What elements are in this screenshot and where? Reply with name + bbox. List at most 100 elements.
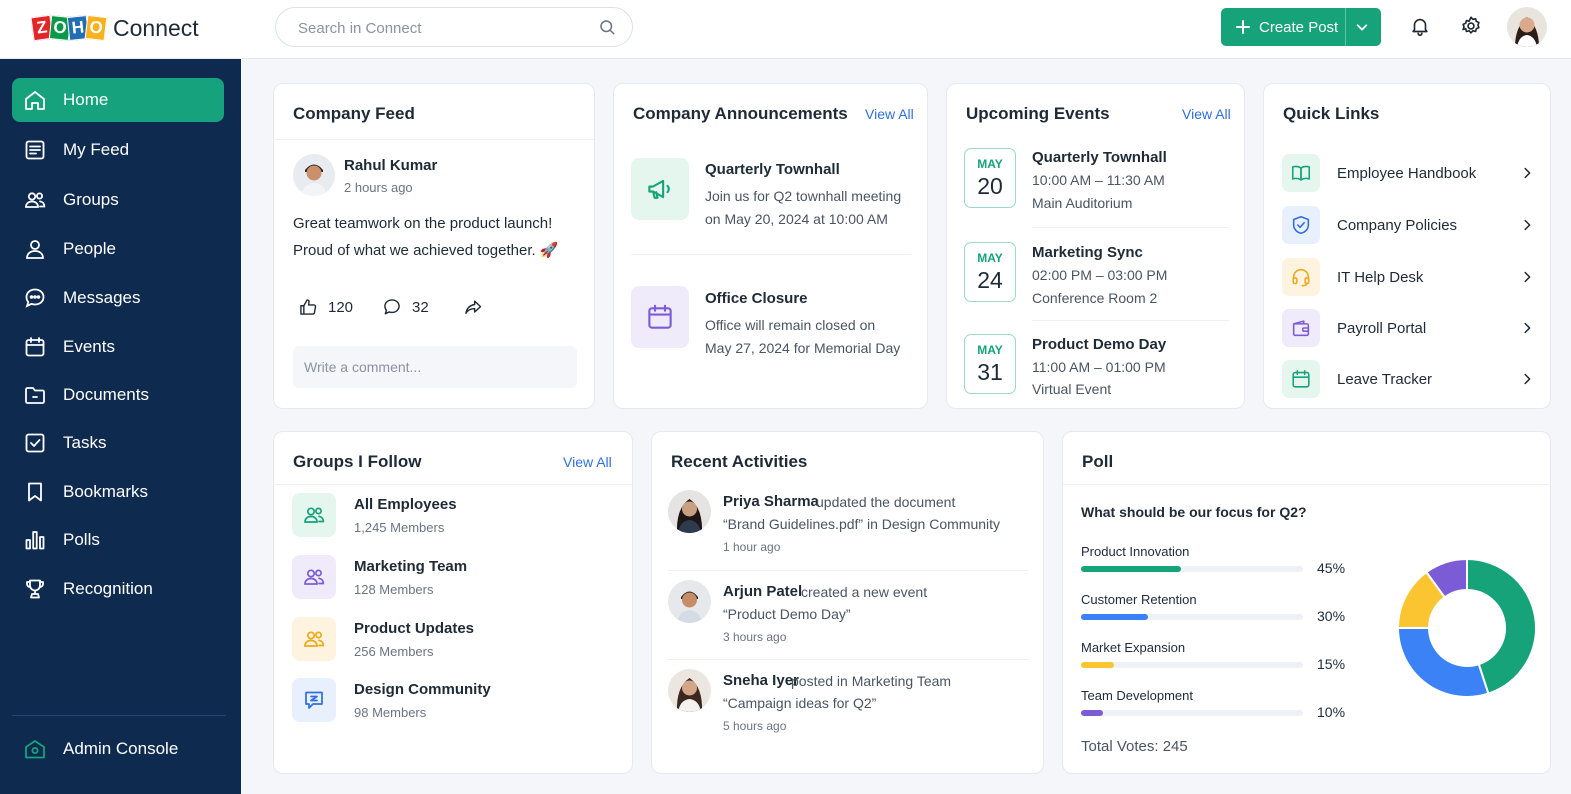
group-icon-box bbox=[292, 493, 336, 537]
chevron-right-icon bbox=[1524, 219, 1531, 231]
event-month: MAY bbox=[977, 157, 1003, 171]
quick-link-payroll-portal[interactable]: Payroll Portal bbox=[1282, 308, 1534, 348]
event-day: 20 bbox=[977, 173, 1003, 199]
event-month: MAY bbox=[977, 343, 1003, 357]
quick-link-icon-box bbox=[1282, 360, 1320, 398]
sidebar-item-label: Polls bbox=[63, 530, 100, 549]
sidebar-item-documents[interactable]: Documents bbox=[12, 373, 224, 417]
event-place: Main Auditorium bbox=[1032, 195, 1133, 211]
card-divider bbox=[274, 484, 632, 485]
chevron-right-icon bbox=[1524, 322, 1531, 334]
sidebar-item-bookmarks[interactable]: Bookmarks bbox=[12, 470, 224, 514]
sidebar-item-messages[interactable]: Messages bbox=[12, 276, 224, 320]
announcement-text: May 27, 2024 for Memorial Day bbox=[705, 340, 901, 356]
group-item-product-updates[interactable]: Product Updates 256 Members bbox=[292, 617, 612, 663]
feed-icon bbox=[25, 140, 45, 160]
comment-count: 32 bbox=[412, 298, 429, 316]
poll-track bbox=[1081, 566, 1303, 572]
event-place: Conference Room 2 bbox=[1032, 290, 1158, 306]
poll-bar-fill bbox=[1081, 662, 1115, 668]
poll-percent: 10% bbox=[1317, 704, 1346, 720]
bar-chart-icon bbox=[25, 531, 45, 550]
search-input[interactable] bbox=[298, 17, 588, 39]
group-name: Design Community bbox=[354, 681, 491, 698]
group-item-design-community[interactable]: Design Community 98 Members bbox=[292, 678, 612, 724]
poll-card: Poll What should be our focus for Q2? Pr… bbox=[1062, 431, 1551, 774]
avatar[interactable] bbox=[293, 154, 335, 196]
activity-time: 1 hour ago bbox=[723, 540, 781, 554]
like-button[interactable]: 120 bbox=[298, 297, 353, 317]
announcement-title[interactable]: Quarterly Townhall bbox=[705, 161, 840, 178]
view-all-link[interactable]: View All bbox=[865, 106, 914, 122]
group-item-all-employees[interactable]: All Employees 1,245 Members bbox=[292, 493, 612, 539]
comment-input[interactable] bbox=[293, 346, 577, 388]
sidebar-item-events[interactable]: Events bbox=[12, 325, 224, 369]
card-title: Recent Activities bbox=[671, 452, 808, 471]
activity-time: 3 hours ago bbox=[723, 630, 787, 644]
sidebar-item-polls[interactable]: Polls bbox=[12, 518, 224, 562]
search-box[interactable] bbox=[275, 7, 633, 47]
share-button[interactable] bbox=[463, 297, 493, 317]
announcement-text: on May 20, 2024 at 10:00 AM bbox=[705, 211, 888, 227]
create-post-button[interactable]: Create Post bbox=[1221, 8, 1381, 46]
company-feed-card: Company Feed Rahul Kumar 2 hours ago Gre… bbox=[273, 83, 595, 409]
sidebar-item-admin-console[interactable]: Admin Console bbox=[12, 727, 224, 771]
headset-icon bbox=[1292, 268, 1310, 287]
app-name: Connect bbox=[113, 14, 199, 41]
post-author[interactable]: Rahul Kumar bbox=[344, 157, 437, 174]
quick-link-employee-handbook[interactable]: Employee Handbook bbox=[1282, 153, 1534, 193]
activity-action: posted in Marketing Team bbox=[791, 673, 952, 689]
view-all-link[interactable]: View All bbox=[563, 454, 612, 470]
calendar-icon bbox=[1292, 369, 1310, 388]
activity-user[interactable]: Sneha Iyer bbox=[723, 672, 799, 689]
zoho-connect-logo[interactable]: Z O H O Connect bbox=[30, 12, 199, 44]
view-all-link[interactable]: View All bbox=[1182, 106, 1231, 122]
sidebar-item-home[interactable]: Home bbox=[12, 78, 224, 122]
sidebar-item-groups[interactable]: Groups bbox=[12, 178, 224, 222]
settings-gear-icon[interactable] bbox=[1460, 15, 1482, 37]
chevron-right-icon bbox=[1524, 271, 1531, 283]
sidebar: Home My Feed Groups People Messages Even… bbox=[0, 59, 241, 794]
card-title: Company Announcements bbox=[633, 104, 848, 123]
sidebar-item-label: Admin Console bbox=[63, 739, 179, 758]
card-title: Groups I Follow bbox=[293, 452, 422, 471]
event-day: 24 bbox=[977, 267, 1003, 293]
sidebar-item-my-feed[interactable]: My Feed bbox=[12, 128, 224, 172]
groups-i-follow-card: Groups I Follow View All All Employees 1… bbox=[273, 431, 633, 774]
activity-user[interactable]: Arjun Patel bbox=[723, 583, 802, 600]
quick-link-leave-tracker[interactable]: Leave Tracker bbox=[1282, 359, 1534, 399]
quick-link-label: Payroll Portal bbox=[1337, 319, 1427, 337]
event-title[interactable]: Product Demo Day bbox=[1032, 336, 1166, 353]
sidebar-item-people[interactable]: People bbox=[12, 227, 224, 271]
event-time: 02:00 PM – 03:00 PM bbox=[1032, 267, 1168, 283]
groups-icon bbox=[304, 507, 325, 523]
wallet-icon bbox=[1292, 320, 1310, 337]
activity-detail: “Brand Guidelines.pdf” in Design Communi… bbox=[723, 516, 1001, 532]
event-title[interactable]: Marketing Sync bbox=[1032, 244, 1143, 261]
search-icon[interactable] bbox=[598, 18, 616, 36]
group-item-marketing-team[interactable]: Marketing Team 128 Members bbox=[292, 555, 612, 601]
quick-links-card: Quick Links Employee Handbook Company Po… bbox=[1263, 83, 1551, 409]
thumbs-up-icon bbox=[300, 299, 317, 315]
card-title: Upcoming Events bbox=[966, 104, 1110, 123]
activity-user[interactable]: Priya Sharma bbox=[723, 493, 819, 510]
quick-link-it-help-desk[interactable]: IT Help Desk bbox=[1282, 257, 1534, 297]
comment-button[interactable]: 32 bbox=[382, 297, 429, 317]
quick-link-label: Employee Handbook bbox=[1337, 164, 1477, 182]
event-date-badge: MAY 20 bbox=[964, 148, 1016, 208]
notification-bell-icon[interactable] bbox=[1409, 15, 1431, 37]
announcement-icon-box bbox=[631, 158, 689, 220]
sidebar-item-tasks[interactable]: Tasks bbox=[12, 421, 224, 465]
sidebar-item-recognition[interactable]: Recognition bbox=[12, 567, 224, 611]
poll-bar-fill bbox=[1081, 710, 1104, 716]
quick-link-label: IT Help Desk bbox=[1337, 268, 1424, 286]
chevron-down-icon[interactable] bbox=[1355, 20, 1369, 34]
user-avatar[interactable] bbox=[1507, 7, 1547, 47]
announcement-title[interactable]: Office Closure bbox=[705, 290, 808, 307]
announcement-text: Office will remain closed on bbox=[705, 317, 876, 333]
quick-link-company-policies[interactable]: Company Policies bbox=[1282, 205, 1534, 245]
announcement-text: Join us for Q2 townhall meeting bbox=[705, 188, 902, 204]
poll-total-votes: Total Votes: 245 bbox=[1081, 738, 1188, 755]
card-divider bbox=[274, 139, 594, 140]
event-title[interactable]: Quarterly Townhall bbox=[1032, 149, 1167, 166]
